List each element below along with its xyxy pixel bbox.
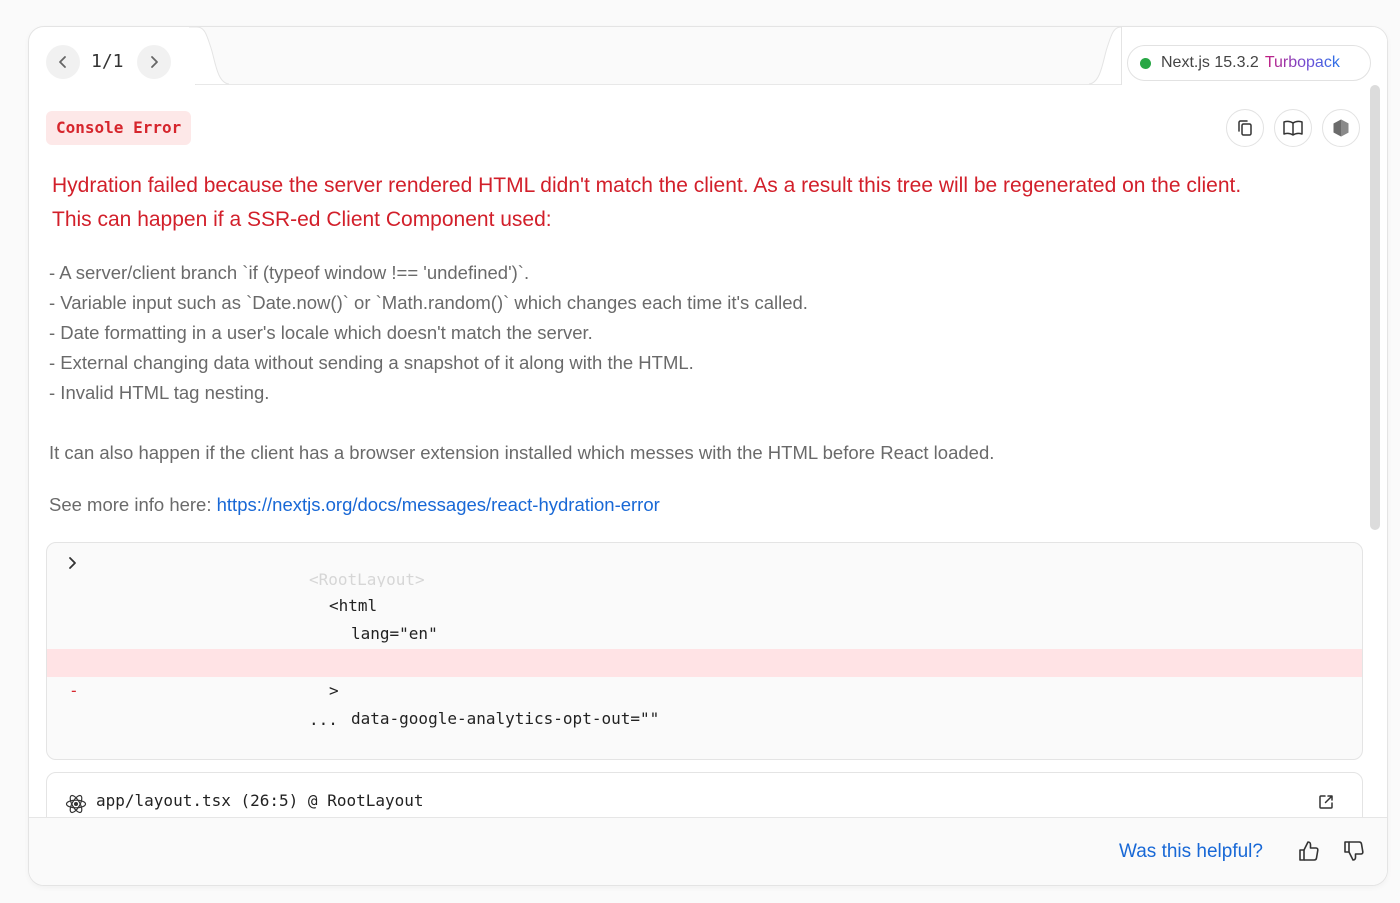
error-type-badge: Console Error <box>46 111 192 145</box>
hydration-docs-link[interactable]: https://nextjs.org/docs/messages/react-h… <box>217 494 660 515</box>
copy-button[interactable] <box>1226 109 1264 147</box>
error-description: - A server/client branch `if (typeof win… <box>49 258 1359 468</box>
error-dialog: 1/1 Next.js 15.3.2 Turbopack Console Err… <box>28 26 1388 886</box>
chevron-right-icon <box>69 557 76 569</box>
dialog-header: 1/1 Next.js 15.3.2 Turbopack <box>29 27 1387 85</box>
diff-line: ... <box>309 710 338 729</box>
extension-note: It can also happen if the client has a b… <box>49 442 995 463</box>
hydration-diff: <RootLayout> <html lang="en" - data-goog… <box>46 542 1363 760</box>
status-dot <box>1140 57 1151 69</box>
cause-item: - External changing data without sending… <box>49 352 694 373</box>
error-title: Hydration failed because the server rend… <box>52 169 1372 237</box>
feedback-footer: Was this helpful? <box>29 817 1387 885</box>
cause-item: - Date formatting in a user's locale whi… <box>49 322 593 343</box>
diff-line: > <box>329 681 339 700</box>
error-title-line-1: Hydration failed because the server rend… <box>52 174 1242 197</box>
react-icon <box>65 794 87 814</box>
thumbs-down-icon <box>1344 841 1364 861</box>
expand-diff-button[interactable] <box>67 555 79 574</box>
diff-line-faded: <RootLayout> <box>309 573 425 587</box>
feedback-prompt: Was this helpful? <box>1119 841 1263 862</box>
copy-icon <box>1238 120 1252 136</box>
docs-button[interactable] <box>1274 109 1312 147</box>
chevron-left-icon <box>59 56 66 68</box>
devtools-button[interactable] <box>1322 109 1360 147</box>
cause-item: - A server/client branch `if (typeof win… <box>49 262 530 283</box>
nextjs-version-badge[interactable]: Next.js 15.3.2 Turbopack <box>1127 45 1371 81</box>
hexagon-icon <box>1333 119 1349 137</box>
external-link-icon <box>1319 795 1333 809</box>
more-info-label: See more info here: <box>49 494 217 515</box>
diff-line-removed: - data-google-analytics-opt-out="" <box>47 649 1362 728</box>
error-counter: 1/1 <box>91 51 124 72</box>
tab-left-curve <box>189 27 229 85</box>
next-error-button[interactable] <box>137 45 171 79</box>
source-location: app/layout.tsx (26:5) @ RootLayout <box>96 791 424 810</box>
open-in-editor-button[interactable] <box>1317 793 1335 816</box>
more-info: See more info here: https://nextjs.org/d… <box>49 490 660 520</box>
version-label: Next.js 15.3.2 <box>1161 54 1259 71</box>
chevron-right-icon <box>151 56 158 68</box>
cause-item: - Variable input such as `Date.now()` or… <box>49 292 808 313</box>
thumbs-down-button[interactable] <box>1342 839 1366 868</box>
diff-line: lang="en" <box>351 624 438 643</box>
diff-line: <html <box>329 596 378 615</box>
thumbs-up-icon <box>1299 841 1319 861</box>
book-icon <box>1283 120 1303 136</box>
thumbs-up-button[interactable] <box>1297 839 1321 868</box>
cause-item: - Invalid HTML tag nesting. <box>49 382 270 403</box>
bundler-label: Turbopack <box>1264 54 1340 71</box>
error-title-line-2: This can happen if a SSR-ed Client Compo… <box>52 208 552 231</box>
scrollbar[interactable] <box>1370 85 1380 530</box>
previous-error-button[interactable] <box>46 45 80 79</box>
